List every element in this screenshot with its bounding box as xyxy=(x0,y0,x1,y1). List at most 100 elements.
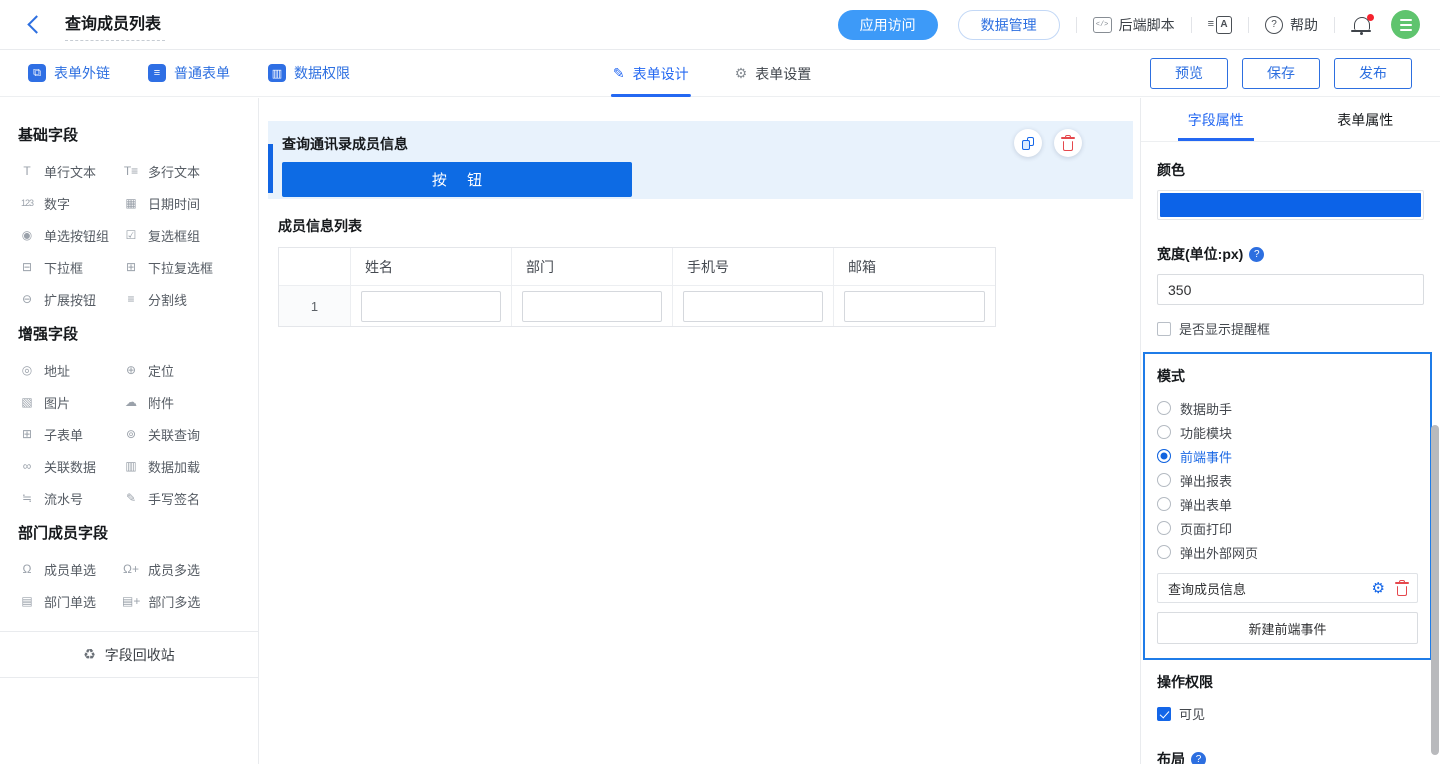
mode-option-页面打印[interactable]: 页面打印 xyxy=(1157,516,1418,540)
palette-item-定位[interactable]: ⊕定位 xyxy=(122,354,258,386)
layout-title: 布局 ? xyxy=(1157,749,1424,764)
palette-item-子表单[interactable]: ⊞子表单 xyxy=(18,418,122,450)
table-cell-手机号 xyxy=(673,286,834,326)
palette-item-数据加载[interactable]: ▥数据加载 xyxy=(122,450,258,482)
table-cell-input-姓名[interactable] xyxy=(361,291,501,322)
subform-table-widget[interactable]: 成员信息列表 姓名部门手机号邮箱1 xyxy=(278,216,996,327)
data-permission-icon: ▥ xyxy=(268,64,286,82)
toolbar-link-label: 普通表单 xyxy=(174,63,230,83)
divider xyxy=(1248,17,1249,33)
save-button[interactable]: 保存 xyxy=(1242,58,1320,89)
preview-button[interactable]: 预览 xyxy=(1150,58,1228,89)
new-event-button[interactable]: 新建前端事件 xyxy=(1157,612,1418,644)
tab-表单设计[interactable]: ✎表单设计 xyxy=(613,50,689,97)
palette-item-附件[interactable]: ☁附件 xyxy=(122,386,258,418)
palette-item-手写签名[interactable]: ✎手写签名 xyxy=(122,482,258,514)
color-picker[interactable] xyxy=(1157,190,1424,220)
radio-icon[interactable] xyxy=(1157,521,1171,535)
event-delete-icon[interactable] xyxy=(1397,581,1407,596)
mode-option-弹出表单[interactable]: 弹出表单 xyxy=(1157,492,1418,516)
toolbar-link-label: 数据权限 xyxy=(294,63,350,83)
mode-option-弹出外部网页[interactable]: 弹出外部网页 xyxy=(1157,540,1418,564)
palette-item-地址[interactable]: ◎地址 xyxy=(18,354,122,386)
layout-help-icon[interactable]: ? xyxy=(1191,752,1206,764)
palette-item-扩展按钮[interactable]: ⊖ 扩展按钮 xyxy=(18,283,122,315)
tab-表单设置[interactable]: ⚙表单设置 xyxy=(735,50,812,97)
palette-item-数字[interactable]: 123数字 xyxy=(18,187,122,219)
tab-label: 表单设置 xyxy=(755,64,811,84)
palette-item-多行文本[interactable]: T≡多行文本 xyxy=(122,155,258,187)
member-table: 姓名部门手机号邮箱1 xyxy=(278,247,996,327)
app-access-button[interactable]: 应用访问 xyxy=(838,10,938,40)
data-manage-button[interactable]: 数据管理 xyxy=(958,10,1060,40)
table-cell-input-手机号[interactable] xyxy=(683,291,823,322)
copy-widget-button[interactable] xyxy=(1014,129,1042,157)
help-button[interactable]: ? 帮助 xyxy=(1265,15,1318,35)
palette-item-图片[interactable]: ▧图片 xyxy=(18,386,122,418)
palette-item-label: 日期时间 xyxy=(148,194,200,213)
palette-item-下拉框[interactable]: ⊟下拉框 xyxy=(18,251,122,283)
field-recycle-bin[interactable]: ♻字段回收站 xyxy=(0,631,258,678)
palette-item-分割线[interactable]: ≡分割线 xyxy=(122,283,258,315)
tab-field-properties[interactable]: 字段属性 xyxy=(1141,98,1291,141)
layout-title-text: 布局 xyxy=(1157,749,1185,764)
inspector-panel: 字段属性 表单属性 颜色 宽度(单位:px) ? 是否显示提醒框 模式 数据助手… xyxy=(1140,98,1440,764)
palette-item-label: 流水号 xyxy=(44,489,83,508)
mode-option-前端事件[interactable]: 前端事件 xyxy=(1157,444,1418,468)
backend-script-button[interactable]: </> 后端脚本 xyxy=(1093,15,1175,35)
palette-item-成员单选[interactable]: Ω成员单选 xyxy=(18,553,122,585)
radio-icon[interactable] xyxy=(1157,401,1171,415)
palette-item-成员多选[interactable]: Ω+成员多选 xyxy=(122,553,258,585)
radio-icon[interactable] xyxy=(1157,473,1171,487)
mode-option-功能模块[interactable]: 功能模块 xyxy=(1157,420,1418,444)
palette-item-关联数据[interactable]: ∞关联数据 xyxy=(18,450,122,482)
palette-item-下拉复选框[interactable]: ⊞下拉复选框 xyxy=(122,251,258,283)
palette-item-关联查询[interactable]: ⊚关联查询 xyxy=(122,418,258,450)
width-help-icon[interactable]: ? xyxy=(1249,247,1264,262)
avatar[interactable] xyxy=(1391,10,1420,39)
palette-item-日期时间[interactable]: ▦日期时间 xyxy=(122,187,258,219)
visible-checkbox[interactable] xyxy=(1157,707,1171,721)
table-cell-input-部门[interactable] xyxy=(522,291,662,322)
palette-item-部门多选[interactable]: ▤+部门多选 xyxy=(122,585,258,617)
palette-section-title: 部门成员字段 xyxy=(18,522,258,543)
visible-checkbox-row[interactable]: 可见 xyxy=(1157,704,1424,723)
radio-icon[interactable] xyxy=(1157,545,1171,559)
backend-script-label: 后端脚本 xyxy=(1119,15,1175,35)
delete-widget-button[interactable] xyxy=(1054,129,1082,157)
back-icon[interactable] xyxy=(27,15,45,33)
radio-icon[interactable] xyxy=(1157,497,1171,511)
toolbar-link-普通表单[interactable]: ≡普通表单 xyxy=(148,63,230,83)
palette-item-单选按钮组[interactable]: ◉单选按钮组 xyxy=(18,219,122,251)
palette-item-复选框组[interactable]: ☑复选框组 xyxy=(122,219,258,251)
panel-scrollbar[interactable] xyxy=(1431,425,1439,755)
location-icon: ⊕ xyxy=(122,364,140,376)
palette-item-部门单选[interactable]: ▤部门单选 xyxy=(18,585,122,617)
palette-item-流水号[interactable]: ≒流水号 xyxy=(18,482,122,514)
form-button[interactable]: 按 钮 xyxy=(282,162,632,197)
notification-button[interactable] xyxy=(1351,14,1373,36)
language-icon[interactable]: ≡ A xyxy=(1208,16,1232,34)
mode-option-数据助手[interactable]: 数据助手 xyxy=(1157,396,1418,420)
reminder-checkbox[interactable] xyxy=(1157,322,1171,336)
palette-item-单行文本[interactable]: T单行文本 xyxy=(18,155,122,187)
toolbar-link-表单外链[interactable]: ⧉表单外链 xyxy=(28,63,110,83)
selected-button-widget[interactable]: 查询通讯录成员信息 按 钮 xyxy=(268,121,1133,199)
visible-label: 可见 xyxy=(1179,704,1205,723)
toolbar-actions: 预览保存发布 xyxy=(1150,58,1412,89)
palette-item-label: 扩展按钮 xyxy=(44,290,96,309)
tab-form-properties[interactable]: 表单属性 xyxy=(1291,98,1440,141)
divider xyxy=(1334,17,1335,33)
reminder-checkbox-row[interactable]: 是否显示提醒框 xyxy=(1157,319,1424,338)
frontend-event-row[interactable]: 查询成员信息 ⚙ xyxy=(1157,573,1418,603)
event-settings-icon[interactable]: ⚙ xyxy=(1372,581,1385,596)
width-input[interactable] xyxy=(1157,274,1424,305)
mode-option-弹出报表[interactable]: 弹出报表 xyxy=(1157,468,1418,492)
table-cell-input-邮箱[interactable] xyxy=(844,291,985,322)
toolbar-link-数据权限[interactable]: ▥ 数据权限 xyxy=(268,63,350,83)
extend-button-icon: ⊖ xyxy=(18,293,36,305)
width-label: 宽度(单位:px) ? xyxy=(1157,244,1424,264)
publish-button[interactable]: 发布 xyxy=(1334,58,1412,89)
radio-icon[interactable] xyxy=(1157,449,1171,463)
radio-icon[interactable] xyxy=(1157,425,1171,439)
